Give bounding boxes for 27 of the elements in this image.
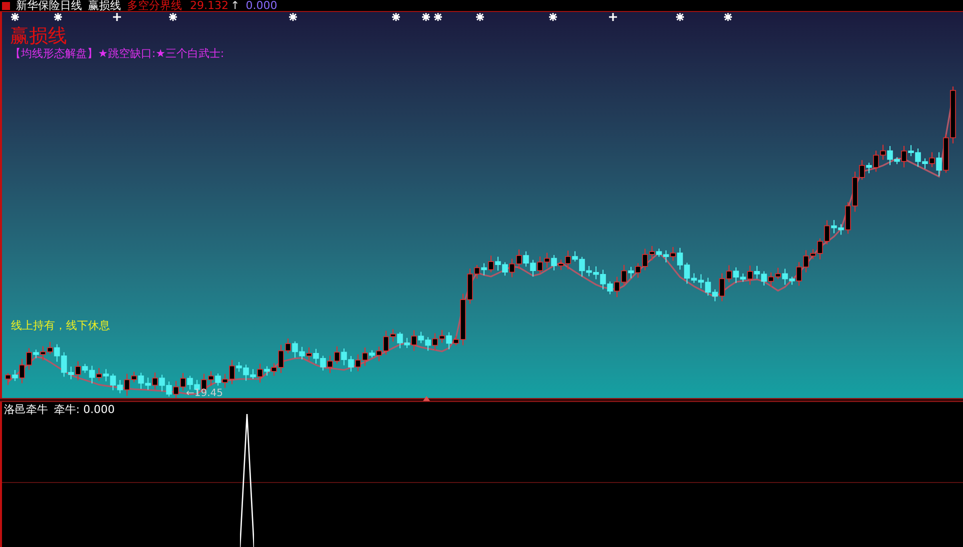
- line-name: 多空分界线: [127, 0, 182, 11]
- plus-icon: [113, 13, 121, 21]
- line-value: 29.132: [190, 0, 228, 11]
- star-icon: [289, 13, 297, 21]
- low-price-label: ←19.45: [186, 389, 224, 399]
- window-icon: [2, 2, 10, 10]
- chart-title: 新华保险日线: [16, 0, 82, 11]
- indicator-title: 赢损线: [10, 25, 68, 47]
- value-reading: 0.000: [246, 0, 278, 11]
- signal-legend: 【均线形态解盘】★跳空缺口:★三个白武士:: [10, 47, 224, 60]
- indicator-reading: 牵牛: 0.000: [54, 403, 115, 416]
- arrow-text: ↑: [230, 0, 240, 11]
- indicator-name: 赢损线: [88, 0, 121, 11]
- star-icon: [392, 13, 400, 21]
- star-icon: [422, 13, 430, 21]
- star-icon: [54, 13, 62, 21]
- star-icon: [676, 13, 684, 21]
- star-icon: [724, 13, 732, 21]
- star-icon: [476, 13, 484, 21]
- triangle-icon: [423, 396, 430, 401]
- star-icon: [11, 13, 19, 21]
- hint-text: 线上持有，线下休息: [11, 319, 110, 332]
- indicator-title: 洛邑牵牛: [4, 403, 48, 416]
- plus-icon: [609, 13, 617, 21]
- star-icon: [434, 13, 442, 21]
- star-icon: [169, 13, 177, 21]
- star-icon: [549, 13, 557, 21]
